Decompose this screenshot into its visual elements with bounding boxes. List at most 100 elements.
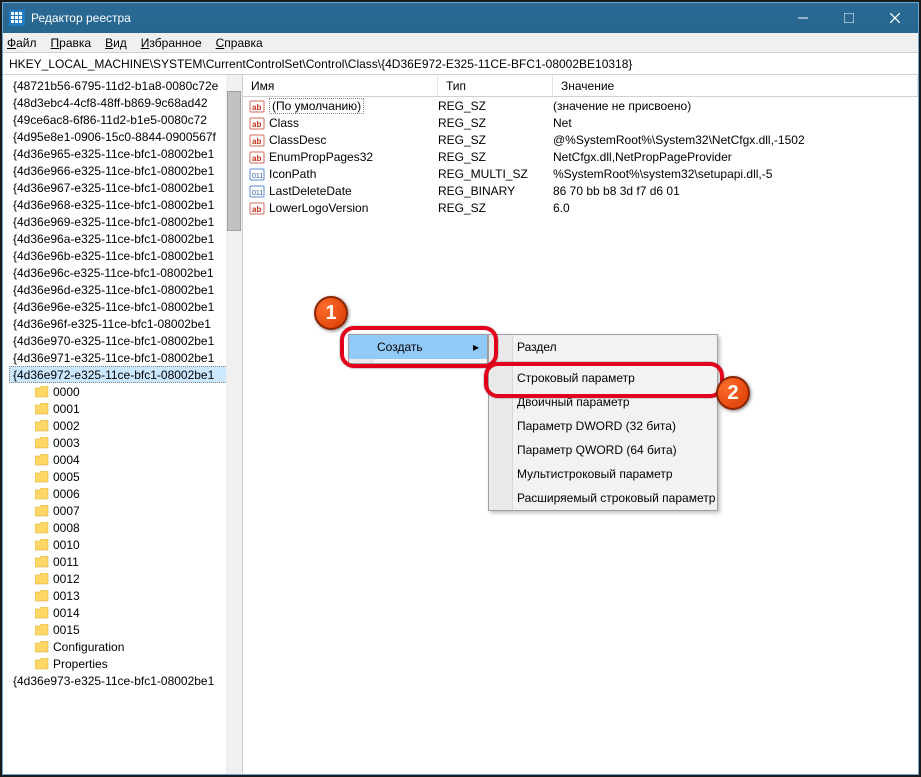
folder-icon (35, 556, 49, 568)
tree-subkey[interactable]: 0011 (31, 553, 242, 570)
value-row[interactable]: 011IconPathREG_MULTI_SZ%SystemRoot%\syst… (243, 165, 918, 182)
tree-item[interactable]: {48721b56-6795-11d2-b1a8-0080c72e (9, 77, 242, 94)
value-name: LowerLogoVersion (269, 201, 368, 215)
value-data: NetCfgx.dll,NetPropPageProvider (553, 150, 918, 164)
tree-subkey[interactable]: 0002 (31, 417, 242, 434)
tree-item[interactable]: {4d36e96e-e325-11ce-bfc1-08002be1 (9, 298, 242, 315)
tree-item[interactable]: {4d36e971-e325-11ce-bfc1-08002be1 (9, 349, 242, 366)
scroll-thumb[interactable] (227, 91, 241, 231)
tree-item[interactable]: {4d36e968-e325-11ce-bfc1-08002be1 (9, 196, 242, 213)
tree-panel[interactable]: {48721b56-6795-11d2-b1a8-0080c72e{48d3eb… (3, 75, 243, 774)
tree-subkey[interactable]: Configuration (31, 638, 242, 655)
value-row[interactable]: abLowerLogoVersionREG_SZ6.0 (243, 199, 918, 216)
folder-icon (35, 539, 49, 551)
badge-1: 1 (314, 296, 348, 330)
tree-item[interactable]: {4d36e96c-e325-11ce-bfc1-08002be1 (9, 264, 242, 281)
tree-subkey[interactable]: 0012 (31, 570, 242, 587)
tree-item[interactable]: {4d36e96d-e325-11ce-bfc1-08002be1 (9, 281, 242, 298)
folder-icon (35, 386, 49, 398)
tree-subkey[interactable]: 0010 (31, 536, 242, 553)
tree-subkey[interactable]: 0000 (31, 383, 242, 400)
value-type: REG_SZ (438, 116, 553, 130)
col-header-type[interactable]: Тип (438, 75, 553, 96)
value-data: 86 70 bb b8 3d f7 d6 01 (553, 184, 918, 198)
ctx-sub-string[interactable]: Строковый параметр (489, 366, 717, 390)
tree-item[interactable]: {4d36e967-e325-11ce-bfc1-08002be1 (9, 179, 242, 196)
maximize-button[interactable] (826, 3, 872, 33)
value-row[interactable]: 011LastDeleteDateREG_BINARY86 70 bb b8 3… (243, 182, 918, 199)
value-icon: ab (249, 98, 265, 114)
ctx-sub-multistring[interactable]: Мультистроковый параметр (489, 462, 717, 486)
tree-subkey[interactable]: 0014 (31, 604, 242, 621)
tree-subkey[interactable]: 0007 (31, 502, 242, 519)
tree-subkey[interactable]: 0004 (31, 451, 242, 468)
folder-icon (35, 590, 49, 602)
tree-scrollbar[interactable] (226, 75, 242, 774)
badge-2: 2 (716, 376, 750, 410)
value-name: Class (269, 116, 299, 130)
tree-subkey[interactable]: 0006 (31, 485, 242, 502)
folder-icon (35, 420, 49, 432)
tree-item[interactable]: {4d36e970-e325-11ce-bfc1-08002be1 (9, 332, 242, 349)
folder-icon (35, 607, 49, 619)
value-row[interactable]: abClassREG_SZNet (243, 114, 918, 131)
value-type: REG_BINARY (438, 184, 553, 198)
close-button[interactable] (872, 3, 918, 33)
value-row[interactable]: abClassDescREG_SZ@%SystemRoot%\System32\… (243, 131, 918, 148)
svg-text:ab: ab (252, 103, 261, 112)
tree-item[interactable]: {4d36e966-e325-11ce-bfc1-08002be1 (9, 162, 242, 179)
tree-item[interactable]: {49ce6ac8-6f86-11d2-b1e5-0080c72 (9, 111, 242, 128)
ctx-sub-expandstring[interactable]: Расширяемый строковый параметр (489, 486, 717, 510)
value-type: REG_SZ (438, 99, 553, 113)
context-menu[interactable]: Создать ▸ (348, 334, 488, 364)
minimize-button[interactable] (780, 3, 826, 33)
tree-subkey[interactable]: Properties (31, 655, 242, 672)
value-data: (значение не присвоено) (553, 99, 918, 113)
menu-favorites[interactable]: Избранное (141, 36, 202, 50)
menu-file[interactable]: Файл (7, 36, 37, 50)
value-row[interactable]: ab(По умолчанию)REG_SZ(значение не присв… (243, 97, 918, 114)
address-bar[interactable]: HKEY_LOCAL_MACHINE\SYSTEM\CurrentControl… (3, 53, 918, 75)
tree-item-selected[interactable]: {4d36e972-e325-11ce-bfc1-08002be1 (9, 366, 242, 383)
tree-subkey[interactable]: 0001 (31, 400, 242, 417)
ctx-sub-key[interactable]: Раздел (489, 335, 717, 359)
menu-view[interactable]: Вид (105, 36, 127, 50)
value-name: LastDeleteDate (269, 184, 352, 198)
col-header-name[interactable]: Имя (243, 75, 438, 96)
svg-text:011: 011 (252, 173, 263, 180)
ctx-item-create[interactable]: Создать ▸ (349, 335, 487, 359)
tree-item[interactable]: {4d36e96b-e325-11ce-bfc1-08002be1 (9, 247, 242, 264)
ctx-sub-dword[interactable]: Параметр DWORD (32 бита) (489, 414, 717, 438)
svg-text:ab: ab (252, 205, 261, 214)
app-icon (9, 10, 25, 26)
context-submenu[interactable]: Раздел Строковый параметр Двоичный парам… (488, 334, 718, 511)
value-icon: ab (249, 132, 265, 148)
col-header-value[interactable]: Значение (553, 75, 918, 96)
tree-item[interactable]: {4d36e973-e325-11ce-bfc1-08002be1 (9, 672, 242, 689)
menubar: Файл Правка Вид Избранное Справка (3, 33, 918, 53)
folder-icon (35, 471, 49, 483)
tree-item[interactable]: {4d36e96f-e325-11ce-bfc1-08002be1 (9, 315, 242, 332)
window-title: Редактор реестра (31, 11, 780, 25)
tree-subkey[interactable]: 0005 (31, 468, 242, 485)
svg-text:ab: ab (252, 120, 261, 129)
ctx-sub-qword[interactable]: Параметр QWORD (64 бита) (489, 438, 717, 462)
tree-subkey[interactable]: 0013 (31, 587, 242, 604)
value-type: REG_SZ (438, 133, 553, 147)
tree-item[interactable]: {4d36e965-e325-11ce-bfc1-08002be1 (9, 145, 242, 162)
tree-item[interactable]: {4d95e8e1-0906-15c0-8844-0900567f (9, 128, 242, 145)
menu-help[interactable]: Справка (216, 36, 263, 50)
tree-item[interactable]: {4d36e969-e325-11ce-bfc1-08002be1 (9, 213, 242, 230)
folder-icon (35, 573, 49, 585)
value-type: REG_SZ (438, 150, 553, 164)
tree-subkey[interactable]: 0003 (31, 434, 242, 451)
ctx-sub-binary[interactable]: Двоичный параметр (489, 390, 717, 414)
tree-item[interactable]: {48d3ebc4-4cf8-48ff-b869-9c68ad42 (9, 94, 242, 111)
value-row[interactable]: abEnumPropPages32REG_SZNetCfgx.dll,NetPr… (243, 148, 918, 165)
tree-subkey[interactable]: 0008 (31, 519, 242, 536)
tree-subkey[interactable]: 0015 (31, 621, 242, 638)
menu-edit[interactable]: Правка (51, 36, 92, 50)
value-data: @%SystemRoot%\System32\NetCfgx.dll,-1502 (553, 133, 918, 147)
tree-item[interactable]: {4d36e96a-e325-11ce-bfc1-08002be1 (9, 230, 242, 247)
submenu-arrow-icon: ▸ (473, 340, 479, 354)
